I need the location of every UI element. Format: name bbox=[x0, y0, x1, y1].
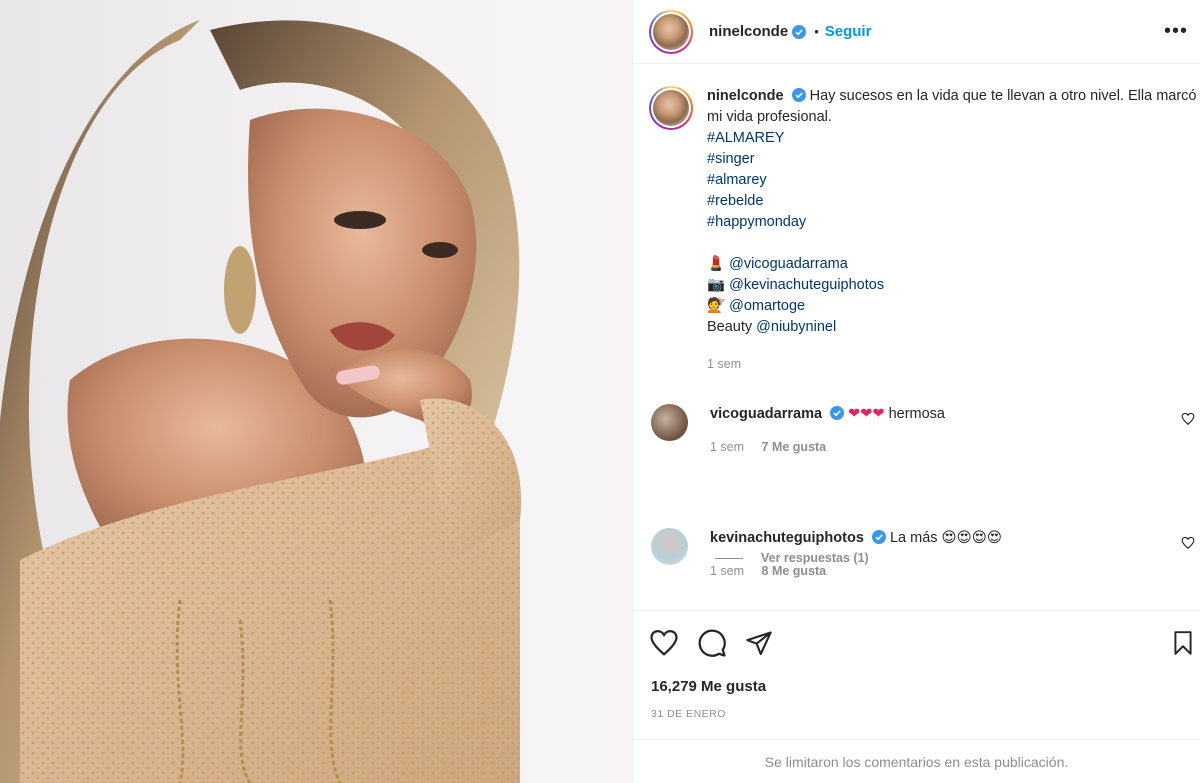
comment-likes[interactable]: 8 Me gusta bbox=[762, 564, 827, 578]
credit-line: 💇 @omartoge bbox=[707, 296, 1200, 317]
post-date[interactable]: 31 DE ENERO bbox=[651, 708, 726, 720]
comment-icon[interactable] bbox=[697, 628, 727, 658]
comment-likes[interactable]: 7 Me gusta bbox=[762, 440, 827, 454]
share-icon[interactable] bbox=[745, 628, 773, 658]
likes-count[interactable]: 16,279 Me gusta bbox=[651, 678, 766, 695]
avatar-image bbox=[653, 90, 689, 126]
hashtag[interactable]: #rebelde bbox=[707, 191, 1200, 212]
commenter-avatar[interactable] bbox=[651, 528, 688, 565]
separator-dot: • bbox=[814, 24, 819, 39]
comment-line: vicoguadarrama ❤❤❤ hermosa bbox=[710, 404, 945, 424]
avatar-inner bbox=[651, 88, 691, 128]
comment-item: kevinachuteguiphotos La más 😍😍😍😍 1 sem 8… bbox=[651, 528, 1200, 578]
post-photo[interactable] bbox=[0, 0, 632, 783]
hashtag[interactable]: #happymonday bbox=[707, 212, 1200, 233]
comment-heart-icon[interactable] bbox=[1181, 536, 1195, 550]
comment-body: vicoguadarrama ❤❤❤ hermosa 1 sem 7 Me gu… bbox=[710, 404, 945, 454]
post-sidebar: ninelconde • Seguir ••• ninelconde Hay s… bbox=[632, 0, 1200, 783]
comment-item: vicoguadarrama ❤❤❤ hermosa 1 sem 7 Me gu… bbox=[651, 404, 1200, 454]
comment-username[interactable]: kevinachuteguiphotos bbox=[710, 530, 864, 546]
caption: ninelconde Hay sucesos en la vida que te… bbox=[649, 86, 1200, 375]
hashtag[interactable]: #almarey bbox=[707, 170, 1200, 191]
commenter-avatar[interactable] bbox=[651, 404, 688, 441]
portrait-illustration bbox=[0, 20, 522, 783]
more-options-icon[interactable]: ••• bbox=[1164, 20, 1188, 43]
mention-link[interactable]: @omartoge bbox=[729, 298, 805, 314]
follow-button[interactable]: Seguir bbox=[825, 23, 872, 40]
credit-line: 💄 @vicoguadarrama bbox=[707, 254, 1200, 275]
verified-badge-icon bbox=[791, 88, 806, 102]
mention-link[interactable]: @vicoguadarrama bbox=[729, 256, 848, 272]
bookmark-icon[interactable] bbox=[1170, 628, 1196, 658]
comment-meta: 1 sem 7 Me gusta bbox=[710, 440, 945, 454]
verified-badge-icon bbox=[830, 406, 845, 420]
hashtag[interactable]: #singer bbox=[707, 149, 1200, 170]
caption-time[interactable]: 1 sem bbox=[707, 354, 1200, 375]
mention-link[interactable]: @kevinachuteguiphotos bbox=[729, 277, 884, 293]
comments-limited-notice: Se limitaron los comentarios en esta pub… bbox=[633, 739, 1200, 783]
heart-eyes-emoji: 😍😍😍😍 bbox=[941, 530, 1003, 546]
profile-avatar[interactable] bbox=[649, 9, 693, 54]
comment-heart-icon[interactable] bbox=[1181, 412, 1195, 426]
heart-icon[interactable] bbox=[649, 628, 679, 658]
comment-text: hermosa bbox=[888, 406, 945, 422]
hearts-emoji: ❤❤❤ bbox=[848, 406, 885, 422]
haircut-icon: 💇 bbox=[707, 298, 726, 314]
action-bar bbox=[649, 628, 773, 658]
caption-username[interactable]: ninelconde bbox=[707, 88, 784, 104]
post-header: ninelconde • Seguir ••• bbox=[633, 0, 1200, 64]
caption-text-block: ninelconde Hay sucesos en la vida que te… bbox=[707, 86, 1200, 375]
avatar-image bbox=[653, 13, 689, 50]
verified-badge-icon bbox=[792, 24, 807, 39]
credit-line: Beauty @niubyninel bbox=[707, 317, 1200, 338]
comment-text: La más bbox=[889, 530, 938, 546]
comment-line: kevinachuteguiphotos La más 😍😍😍😍 bbox=[710, 528, 1002, 548]
verified-badge-icon bbox=[871, 530, 886, 544]
comment-username[interactable]: vicoguadarrama bbox=[710, 406, 822, 422]
camera-icon: 📷 bbox=[707, 277, 726, 293]
credit-line: 📷 @kevinachuteguiphotos bbox=[707, 275, 1200, 296]
hashtag[interactable]: #ALMAREY bbox=[707, 128, 1200, 149]
comment-time[interactable]: 1 sem bbox=[710, 440, 744, 454]
comment-time[interactable]: 1 sem bbox=[710, 564, 744, 578]
mention-link[interactable]: @niubyninel bbox=[756, 319, 836, 335]
post-author-username[interactable]: ninelconde bbox=[709, 23, 788, 40]
caption-avatar[interactable] bbox=[649, 86, 693, 130]
avatar-inner bbox=[651, 11, 691, 52]
comment-body: kevinachuteguiphotos La más 😍😍😍😍 1 sem 8… bbox=[710, 528, 1002, 578]
credit-prefix: Beauty bbox=[707, 319, 757, 335]
comments-section: ninelconde Hay sucesos en la vida que te… bbox=[633, 64, 1200, 611]
comment-meta: 1 sem 8 Me gusta bbox=[710, 564, 1002, 578]
lipstick-icon: 💄 bbox=[707, 256, 726, 272]
bookmark-button[interactable] bbox=[1170, 628, 1196, 658]
